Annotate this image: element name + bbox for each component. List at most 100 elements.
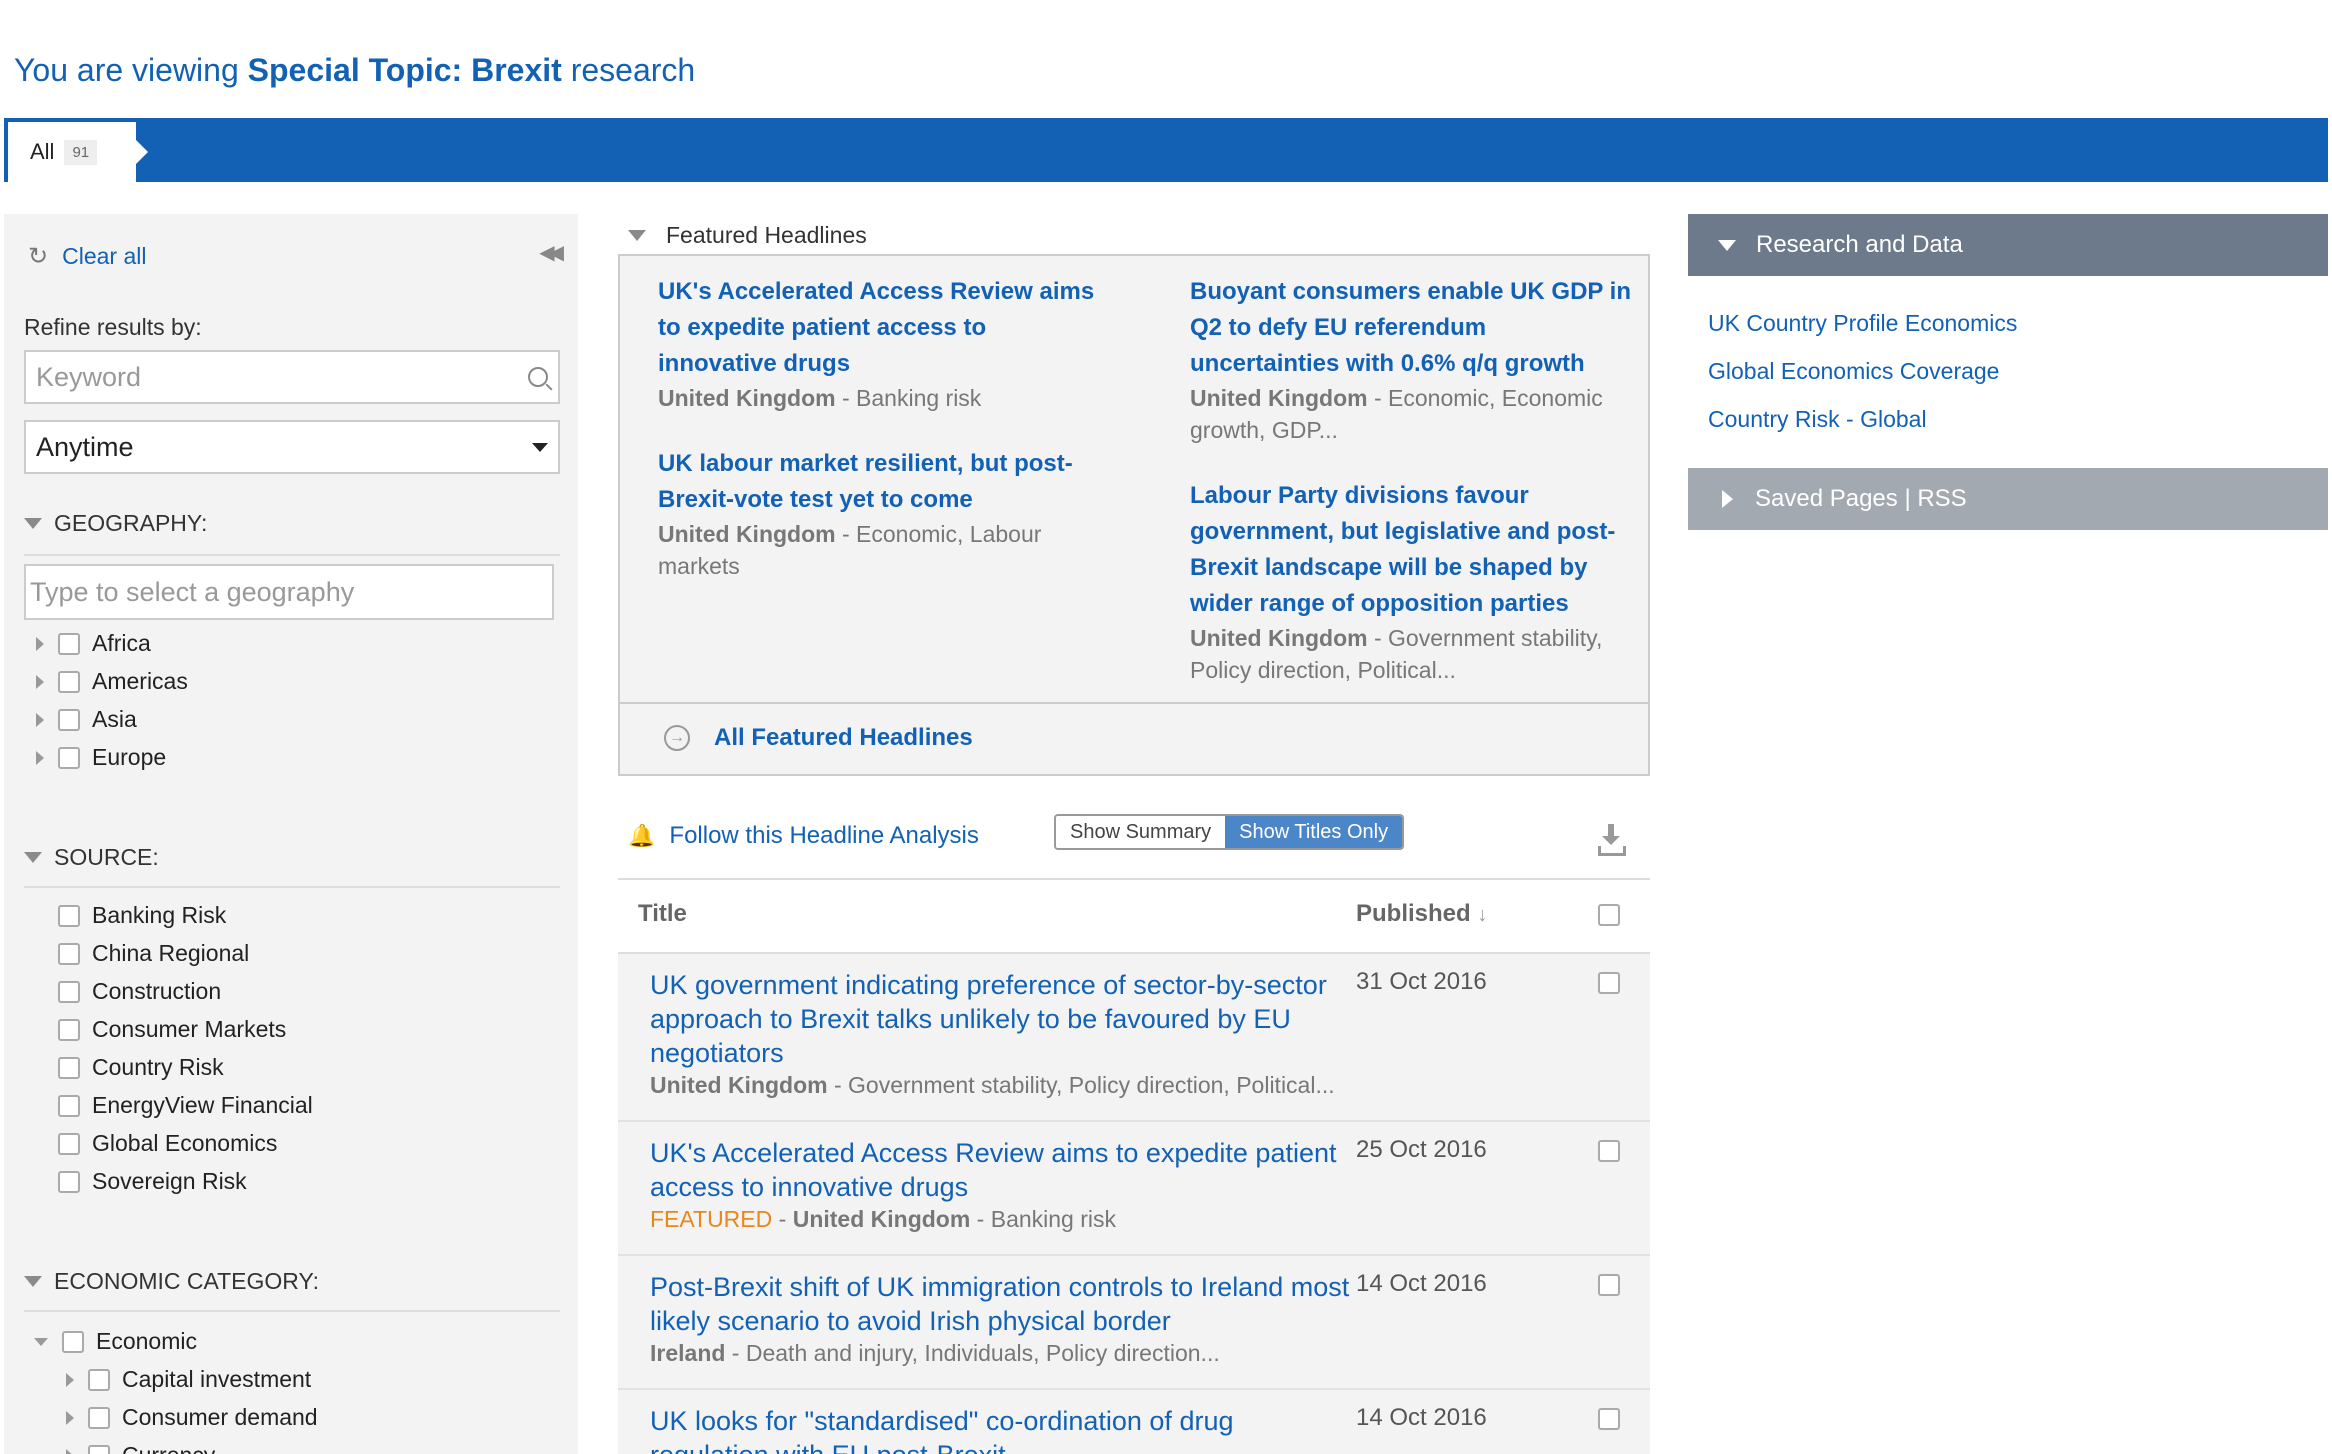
geo-item-europe[interactable]: Europe <box>36 744 166 771</box>
row-checkbox[interactable] <box>1598 1274 1620 1296</box>
clear-all-button[interactable]: ↻ Clear all <box>28 242 146 271</box>
checkbox[interactable] <box>58 1056 80 1079</box>
checkbox[interactable] <box>58 1094 80 1117</box>
geo-item-americas[interactable]: Americas <box>36 668 188 695</box>
featured-item-link[interactable]: UK's Accelerated Access Review aims to e… <box>658 274 1108 382</box>
checkbox[interactable] <box>58 670 80 693</box>
show-summary-button[interactable]: Show Summary <box>1056 816 1226 848</box>
economic-category-section-toggle[interactable]: ECONOMIC CATEGORY: <box>24 1268 319 1295</box>
expand-triangle-icon[interactable] <box>66 1410 74 1425</box>
source-item[interactable]: China Regional <box>58 940 249 967</box>
geography-section-toggle[interactable]: GEOGRAPHY: <box>24 510 207 537</box>
all-featured-headlines-link[interactable]: → All Featured Headlines <box>664 724 973 752</box>
saved-pages-rss-toggle[interactable]: Saved Pages | RSS <box>1688 468 2328 530</box>
checkbox[interactable] <box>58 1132 80 1155</box>
row-checkbox[interactable] <box>1598 1408 1620 1430</box>
checkbox[interactable] <box>88 1406 110 1429</box>
checkbox[interactable] <box>58 980 80 1003</box>
source-item[interactable]: Global Economics <box>58 1130 277 1157</box>
source-label: Country Risk <box>92 1054 224 1080</box>
geography-heading: GEOGRAPHY: <box>54 510 208 536</box>
keyword-input[interactable]: Keyword <box>24 350 560 404</box>
econ-item-economic[interactable]: Economic <box>34 1328 197 1355</box>
research-link[interactable]: Global Economics Coverage <box>1708 358 1999 385</box>
checkbox[interactable] <box>58 708 80 731</box>
checkbox[interactable] <box>58 942 80 965</box>
published-date: 25 Oct 2016 <box>1356 1136 1487 1163</box>
featured-badge: FEATURED <box>650 1206 773 1232</box>
geo-item-africa[interactable]: Africa <box>36 630 151 657</box>
econ-subitem[interactable]: Consumer demand <box>66 1404 318 1431</box>
column-published[interactable]: Published ↓ <box>1356 900 1487 928</box>
checkbox[interactable] <box>62 1330 84 1353</box>
collapse-sidebar-icon[interactable]: ◀◀ <box>539 240 564 265</box>
expand-triangle-icon <box>1722 490 1733 508</box>
featured-headlines-toggle[interactable]: Featured Headlines <box>628 222 867 249</box>
collapse-triangle-icon <box>628 230 646 241</box>
source-item[interactable]: Sovereign Risk <box>58 1168 247 1195</box>
time-range-value: Anytime <box>36 431 134 462</box>
featured-item: Labour Party divisions favour government… <box>1190 478 1640 686</box>
row-meta: United Kingdom - Government stability, P… <box>650 1072 1335 1099</box>
expand-triangle-icon[interactable] <box>36 712 44 727</box>
headline-link[interactable]: UK looks for "standardised" co-ordinatio… <box>650 1404 1350 1454</box>
source-item[interactable]: Country Risk <box>58 1054 224 1081</box>
tab-all[interactable]: All 91 <box>8 122 148 182</box>
collapse-triangle-icon <box>24 852 42 863</box>
source-section-toggle[interactable]: SOURCE: <box>24 844 159 871</box>
expand-triangle-icon[interactable] <box>36 750 44 765</box>
expand-triangle-icon[interactable] <box>36 674 44 689</box>
geography-input[interactable]: Type to select a geography <box>24 564 554 620</box>
source-item[interactable]: EnergyView Financial <box>58 1092 313 1119</box>
tags: - Banking risk <box>835 385 982 411</box>
row-checkbox[interactable] <box>1598 1140 1620 1162</box>
featured-item-meta: United Kingdom - Government stability, P… <box>1190 622 1640 686</box>
econ-subitem[interactable]: Capital investment <box>66 1366 311 1393</box>
collapse-triangle-icon[interactable] <box>34 1337 48 1346</box>
select-all-checkbox[interactable] <box>1598 904 1632 926</box>
divider <box>24 1310 560 1312</box>
headline-link[interactable]: Post-Brexit shift of UK immigration cont… <box>650 1270 1350 1338</box>
econ-subitem[interactable]: Currency <box>66 1442 215 1454</box>
download-icon[interactable] <box>1598 824 1628 856</box>
show-titles-only-button[interactable]: Show Titles Only <box>1225 816 1403 848</box>
research-and-data-heading: Research and Data <box>1756 231 1963 258</box>
source-item[interactable]: Construction <box>58 978 221 1005</box>
row-checkbox[interactable] <box>1598 972 1620 994</box>
checkbox[interactable] <box>58 1170 80 1193</box>
chevron-down-icon <box>532 442 548 452</box>
follow-analysis-link[interactable]: 🔔 Follow this Headline Analysis <box>628 822 979 850</box>
research-link[interactable]: Country Risk - Global <box>1708 406 1927 433</box>
research-and-data-toggle[interactable]: Research and Data <box>1688 214 2328 276</box>
featured-item-link[interactable]: Buoyant consumers enable UK GDP in Q2 to… <box>1190 274 1640 382</box>
checkbox[interactable] <box>58 1018 80 1041</box>
table-row: UK's Accelerated Access Review aims to e… <box>618 1122 1650 1256</box>
search-icon[interactable] <box>528 367 548 387</box>
source-item[interactable]: Banking Risk <box>58 902 226 929</box>
research-link[interactable]: UK Country Profile Economics <box>1708 310 2017 337</box>
bell-icon: 🔔 <box>628 823 656 848</box>
tab-bar: All 91 <box>4 118 2328 182</box>
featured-item-link[interactable]: UK labour market resilient, but post-Bre… <box>658 446 1108 518</box>
geo-label: Europe <box>92 744 167 770</box>
headline-link[interactable]: UK government indicating preference of s… <box>650 968 1350 1070</box>
headline-link[interactable]: UK's Accelerated Access Review aims to e… <box>650 1136 1350 1204</box>
expand-triangle-icon[interactable] <box>66 1372 74 1387</box>
country: United Kingdom <box>792 1206 971 1232</box>
featured-item: UK labour market resilient, but post-Bre… <box>658 446 1108 582</box>
arrow-right-circle-icon: → <box>664 725 690 751</box>
featured-item-link[interactable]: Labour Party divisions favour government… <box>1190 478 1640 622</box>
checkbox[interactable] <box>88 1444 110 1454</box>
checkbox[interactable] <box>58 746 80 769</box>
geo-item-asia[interactable]: Asia <box>36 706 137 733</box>
expand-triangle-icon[interactable] <box>66 1448 74 1454</box>
source-heading: SOURCE: <box>54 844 159 870</box>
featured-item: Buoyant consumers enable UK GDP in Q2 to… <box>1190 274 1640 446</box>
checkbox[interactable] <box>58 904 80 927</box>
expand-triangle-icon[interactable] <box>36 636 44 651</box>
checkbox[interactable] <box>88 1368 110 1391</box>
source-item[interactable]: Consumer Markets <box>58 1016 286 1043</box>
checkbox[interactable] <box>58 632 80 655</box>
title-prefix: You are viewing <box>14 52 248 88</box>
time-range-select[interactable]: Anytime <box>24 420 560 474</box>
